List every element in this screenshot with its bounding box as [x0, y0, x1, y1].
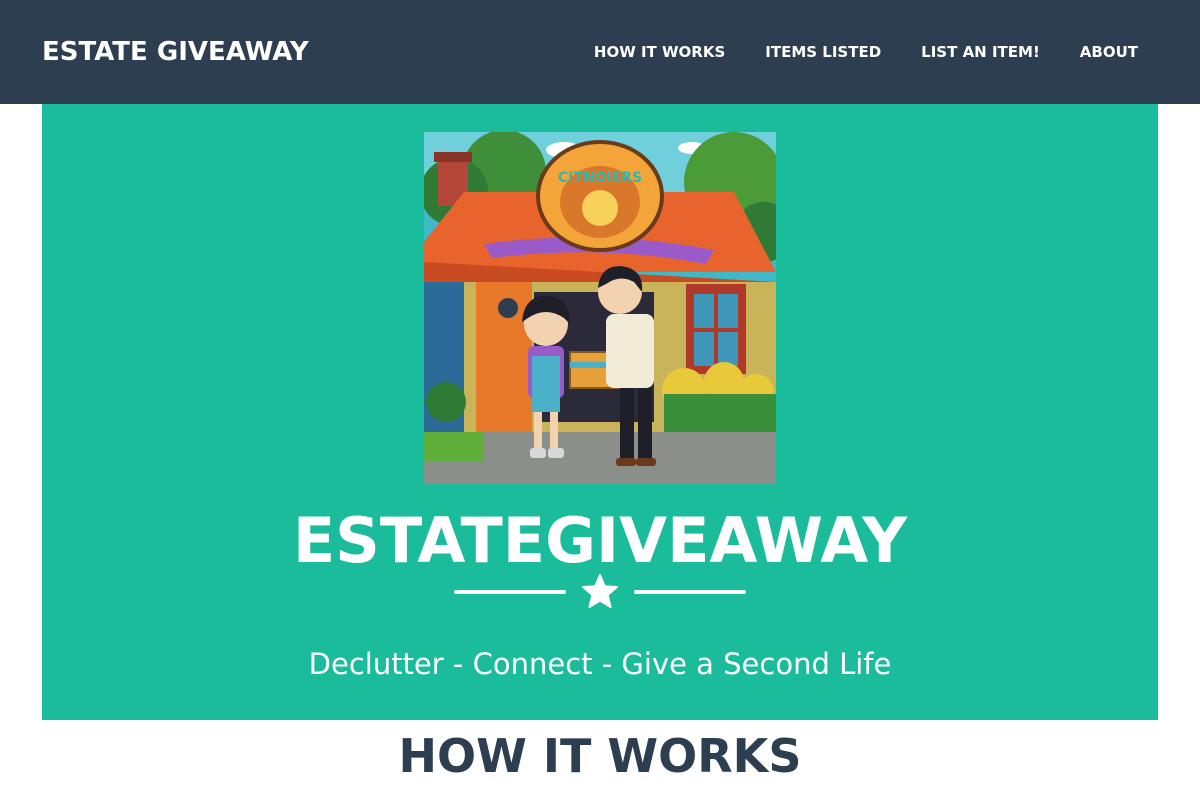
masthead: CITNOIERS ESTATEGIVEAWAY Declutter - Con…: [42, 104, 1158, 720]
divider-line-left: [454, 590, 566, 594]
nav-link-how-it-works[interactable]: HOW IT WORKS: [574, 43, 745, 61]
nav-link-items-listed[interactable]: ITEMS LISTED: [745, 43, 901, 61]
divider-line-right: [634, 590, 746, 594]
how-it-works-heading: HOW IT WORKS: [398, 729, 802, 783]
illustration-sign-text: CITNOIERS: [558, 170, 642, 186]
nav-link-about[interactable]: ABOUT: [1060, 43, 1138, 61]
star-icon: [582, 574, 618, 608]
masthead-subheading: Declutter - Connect - Give a Second Life: [308, 647, 892, 681]
star-divider: [454, 574, 746, 610]
masthead-heading: ESTATEGIVEAWAY: [292, 504, 908, 577]
navbar: ESTATE GIVEAWAY HOW IT WORKS ITEMS LISTE…: [0, 0, 1200, 104]
nav-link-list-an-item[interactable]: LIST AN ITEM!: [901, 43, 1060, 61]
brand-logo-link[interactable]: ESTATE GIVEAWAY: [42, 37, 309, 67]
nav-links: HOW IT WORKS ITEMS LISTED LIST AN ITEM! …: [574, 43, 1138, 61]
hero-illustration: CITNOIERS: [424, 132, 776, 484]
